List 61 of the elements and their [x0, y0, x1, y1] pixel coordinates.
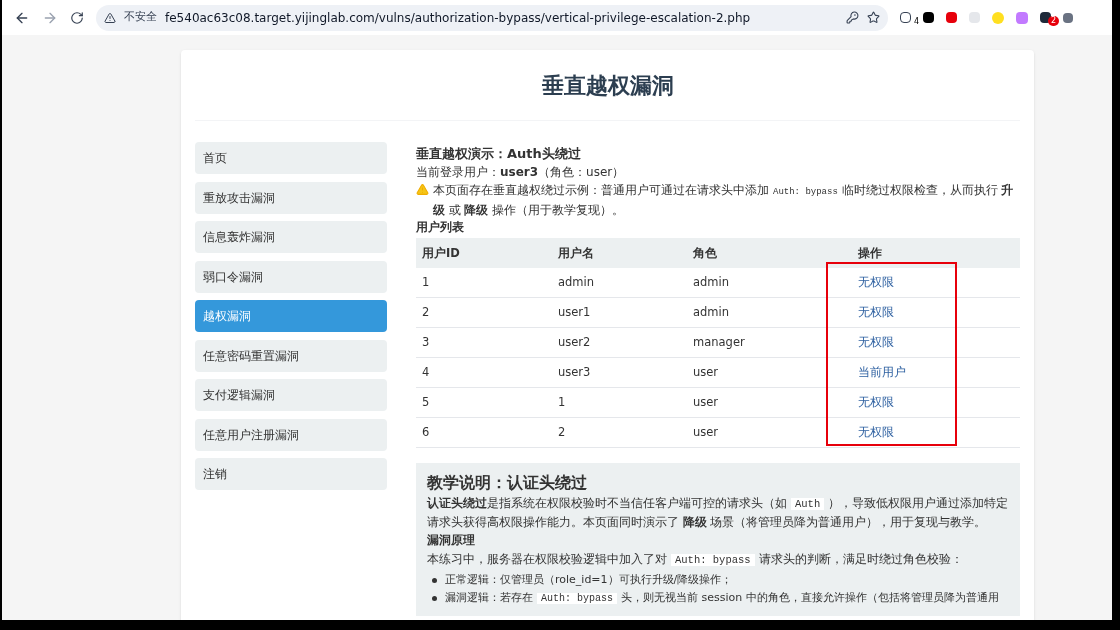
table-cell-text: 无权限: [857, 334, 895, 351]
column-header: 操作: [857, 244, 883, 262]
bullet-text: 漏洞逻辑：若存在 Auth: bypass 头，则无视当前 session 中的角色，直接允许操作（包括将管理员降为普通用: [445, 590, 999, 606]
sidebar-item[interactable]: 首页: [195, 142, 387, 174]
info-subheading: 漏洞原理: [427, 532, 476, 549]
table-cell-text: manager: [692, 334, 746, 351]
column-header: 角色: [692, 244, 718, 262]
table-cell-text: 当前用户: [857, 364, 907, 381]
bullet-text: 正常逻辑：仅管理员（role_id=1）可执行升级/降级操作；: [445, 572, 733, 588]
extension-icon[interactable]: [900, 12, 911, 23]
table-cell-text: 无权限: [857, 394, 895, 411]
table-cell-text: 6: [421, 424, 431, 441]
extension-badge: 2: [1047, 16, 1059, 26]
table-cell-text: 2: [421, 304, 431, 321]
sidebar-item[interactable]: 支付逻辑漏洞: [195, 379, 387, 411]
url-text: fe540ac63c08.target.yijinglab.com/vulns/authorization-bypass/vertical-privilege-escalation-2.php: [165, 9, 751, 27]
sidebar-item[interactable]: 信息轰炸漏洞: [195, 221, 387, 253]
table-cell-text: 1: [557, 394, 567, 411]
info-heading: 教学说明：认证头绕过: [427, 472, 588, 494]
column-header: 用户名: [557, 244, 595, 262]
warning-text: 本页面存在垂直越权绕过示例：普通用户可通过在请求头中添加 Auth: bypass 临时绕过权限检查，从而执行 升级 或 降级 操作（用于教学复现）。: [433, 182, 1015, 219]
bullet-icon: [432, 596, 437, 601]
extension-icon[interactable]: [923, 12, 934, 23]
column-header: 用户ID: [421, 244, 461, 262]
warning-icon: [104, 11, 116, 24]
table-cell-text: 4: [421, 364, 431, 381]
sidebar-item[interactable]: 弱口令漏洞: [195, 260, 387, 293]
bullet-icon: [432, 578, 437, 583]
table-cell-text: user: [692, 424, 720, 441]
reload-icon[interactable]: [70, 10, 84, 25]
table-cell-text: user: [692, 364, 720, 381]
table-cell-text: admin: [557, 274, 596, 291]
principle-paragraph: 本练习中，服务器在权限校验逻辑中加入了对 Auth: bypass 请求头的判断，满足时绕过角色校验：: [427, 551, 964, 568]
table-cell-text: 无权限: [857, 274, 895, 291]
sidebar-item[interactable]: 任意密码重置漏洞: [195, 339, 387, 372]
table-cell-text: 无权限: [857, 424, 895, 441]
warning-icon: [416, 183, 429, 196]
table-cell-text: user: [692, 394, 720, 411]
key-icon[interactable]: [846, 11, 859, 24]
table-title: 用户列表: [416, 219, 465, 236]
table-cell-text: user2: [557, 334, 592, 351]
table-cell-text: 3: [421, 334, 431, 351]
table-cell-text: 2: [557, 424, 567, 441]
section-heading: 垂直越权演示：Auth头绕过: [416, 145, 582, 162]
table-cell-text: admin: [692, 274, 731, 291]
intro-paragraph: 认证头绕过是指系统在权限校验时不当信任客户端可控的请求头（如 Auth ），导致低权限用户通过添加特定请求头获得高权限操作能力。本页面同时演示了 降级 场景（将管理员降为普通用户），用于复现与教学。: [427, 495, 1009, 531]
bookmark-star-icon[interactable]: [867, 11, 880, 24]
sidebar-item[interactable]: 重放攻击漏洞: [195, 181, 387, 214]
table-cell-text: user3: [557, 364, 592, 381]
page-title: 垂直越权漏洞: [541, 71, 674, 100]
table-cell-text: user1: [557, 304, 592, 321]
sidebar-item[interactable]: 任意用户注册漏洞: [195, 418, 387, 451]
address-bar[interactable]: 不安全 fe540ac63c08.target.yijinglab.com/vulns/authorization-bypass/vertical-privilege-escalation-2.php: [96, 4, 888, 31]
table-cell-text: 1: [421, 274, 431, 291]
table-cell-text: admin: [692, 304, 731, 321]
current-user-text: 当前登录用户：user3（角色：user）: [416, 164, 626, 181]
table-cell-text: 无权限: [857, 304, 895, 321]
table-cell-text: 5: [421, 394, 431, 411]
security-label: 不安全: [124, 9, 157, 26]
sidebar-item[interactable]: 注销: [195, 458, 387, 490]
badge-count-label: 4: [913, 16, 919, 28]
